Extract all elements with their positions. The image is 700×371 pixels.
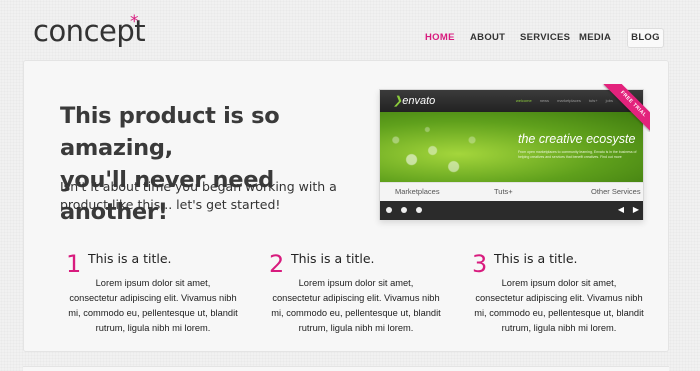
free-trial-ribbon-label: FREE TRIAL [603,84,650,132]
nav-home-link[interactable]: HOME [425,26,455,50]
leaf-icon: ❯ [393,95,403,107]
nav-media-link[interactable]: MEDIA [579,26,611,50]
footer-divider [23,366,669,371]
showcase-logo: ❯envato [393,95,436,107]
nav-services-link[interactable]: SERVICES [520,26,570,50]
showcase-menu-item[interactable]: tuts+ [589,98,598,103]
slider-controls: ◀ ▶ [380,201,643,220]
feature-number: 2 [269,250,285,278]
showcase-menu-item[interactable]: welcome [516,98,532,103]
feature-body: Lorem ipsum dolor sit amet, consectetur … [474,278,644,333]
feature-number: 3 [472,250,488,278]
hero-title-line-1: This product is so amazing, [60,103,280,161]
hero-subtitle-line-2: product like this... let's get started! [60,197,281,212]
showcase-menu-item[interactable]: marketplaces [557,98,581,103]
slider-dot[interactable] [416,207,422,213]
showcase-menu-item[interactable]: news [540,98,549,103]
showcase-banner-text: From open marketplaces to community lear… [518,150,637,159]
feature-title: This is a title. [88,251,172,266]
feature-title: This is a title. [494,251,578,266]
showcase-banner-title: the creative ecosyste [518,132,636,146]
showcase-tab-tuts[interactable]: Tuts+ [494,187,513,196]
showcase-tab-other-services[interactable]: Other Services [591,187,641,196]
nav-blog-link[interactable]: BLOG [627,28,664,48]
main-nav: HOME ABOUT SERVICES MEDIA BLOG [0,26,700,50]
slider-dot[interactable] [401,207,407,213]
feature-number: 1 [66,250,82,278]
feature-body: Lorem ipsum dolor sit amet, consectetur … [68,278,238,333]
feature-body: Lorem ipsum dolor sit amet, consectetur … [271,278,441,333]
prev-arrow-icon[interactable]: ◀ [615,204,627,216]
hero-subtitle: Isn't it about time you began working wi… [60,178,360,214]
product-showcase: ❯envato welcome news marketplaces tuts+ … [379,84,650,220]
next-arrow-icon[interactable]: ▶ [630,204,642,216]
nav-about-link[interactable]: ABOUT [470,26,505,50]
feature-title: This is a title. [291,251,375,266]
showcase-tabs: Marketplaces Tuts+ Other Services [380,182,643,201]
showcase-top-menu: welcome news marketplaces tuts+ jobs [516,98,613,103]
showcase-tab-marketplaces[interactable]: Marketplaces [395,187,440,196]
free-trial-ribbon[interactable]: FREE TRIAL [602,84,650,132]
hero-subtitle-line-1: Isn't it about time you began working wi… [60,179,337,194]
slider-dot[interactable] [386,207,392,213]
